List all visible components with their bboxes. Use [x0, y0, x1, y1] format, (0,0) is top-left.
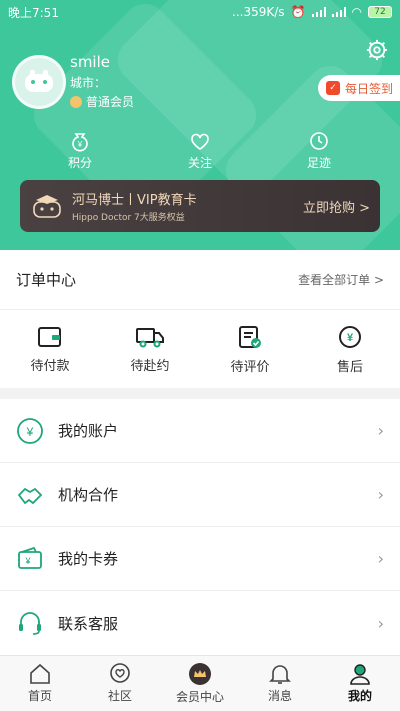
stat-label: 关注: [187, 156, 212, 170]
signal-icon-2: [331, 7, 346, 17]
refund-icon: ¥: [339, 325, 361, 348]
review-clipboard-icon: [239, 325, 261, 348]
yuan-circle-icon: ¥: [17, 417, 43, 444]
order-label: 售后: [336, 359, 363, 375]
tab-home[interactable]: 首页: [0, 656, 80, 711]
truck-icon: [136, 327, 164, 347]
home-icon: [30, 663, 50, 684]
coupon-wallet-icon: ¥: [18, 546, 42, 569]
vip-card-banner[interactable]: 河马博士丨VIP教育卡 Hippo Doctor 7大服务权益 立即抢购 >: [20, 180, 380, 232]
member-level-label: 普通会员: [86, 95, 135, 109]
tab-messages[interactable]: 消息: [240, 656, 320, 711]
crown-icon: [189, 663, 211, 685]
signal-icon: [311, 7, 326, 17]
tab-mine[interactable]: 我的: [320, 656, 400, 711]
bottom-tab-bar: 首页 社区 会员中心 消息 我的: [0, 655, 400, 711]
menu-label: 我的账户: [58, 422, 119, 440]
menu-label: 联系客服: [58, 614, 119, 633]
daily-checkin-button[interactable]: ✓ 每日签到: [318, 75, 400, 101]
stat-label: 足迹: [306, 156, 331, 170]
vip-title: 河马博士丨VIP教育卡: [72, 193, 197, 208]
history-clock-icon: [310, 132, 328, 150]
order-label: 待评价: [230, 359, 270, 375]
user-name: smile: [70, 53, 110, 71]
stat-label: 积分: [67, 156, 92, 170]
tab-label: 我的: [347, 689, 372, 703]
order-center-title: 订单中心: [16, 271, 77, 289]
member-icon: [70, 95, 82, 108]
svg-text:¥: ¥: [77, 140, 83, 149]
wallet-icon: [38, 326, 61, 347]
order-pending-appointment[interactable]: 待赴约: [100, 310, 200, 388]
tab-community[interactable]: 社区: [80, 656, 160, 711]
bell-icon: [269, 665, 291, 684]
vip-buy-button[interactable]: 立即抢购 >: [303, 197, 370, 216]
order-label: 待付款: [30, 358, 70, 374]
tab-label: 社区: [107, 689, 132, 703]
heart-icon: [191, 133, 209, 150]
headset-icon: [19, 612, 41, 635]
tab-label: 消息: [267, 689, 292, 703]
menu-institution-cooperation[interactable]: 机构合作 ›: [0, 463, 400, 527]
menu-my-account[interactable]: ¥ 我的账户 ›: [0, 399, 400, 463]
order-status-row: 待付款 待赴约 待评价 ¥ 售后: [0, 310, 400, 388]
user-icon: [350, 664, 370, 685]
tab-label: 首页: [27, 689, 52, 703]
stat-follow[interactable]: 关注: [160, 130, 240, 171]
alarm-icon: ⏰: [290, 5, 306, 19]
chevron-right-icon: ›: [377, 613, 384, 633]
checkin-icon: ✓: [326, 81, 340, 95]
hippo-icon: [25, 70, 53, 92]
chevron-right-icon: ›: [377, 421, 384, 440]
tab-label: 会员中心: [175, 690, 224, 704]
vip-subtitle: Hippo Doctor 7大服务权益: [72, 213, 185, 223]
stat-points[interactable]: ¥ 积分: [40, 130, 120, 171]
coin-bag-icon: ¥: [72, 133, 88, 152]
chevron-right-icon: ›: [377, 549, 384, 568]
battery-icon: 72: [368, 6, 392, 18]
gear-icon[interactable]: [366, 39, 388, 61]
status-bar: 晚上7:51 ...359K/s ⏰ ◠ 72: [0, 0, 400, 24]
chevron-right-icon: ›: [377, 485, 384, 504]
svg-text:¥: ¥: [26, 425, 34, 439]
view-all-orders-link[interactable]: 查看全部订单 >: [298, 271, 384, 288]
order-label: 待赴约: [130, 358, 170, 374]
svg-text:¥: ¥: [347, 332, 354, 344]
community-heart-icon: [110, 663, 130, 683]
network-speed: ...359K/s: [232, 5, 285, 19]
status-time: 晚上7:51: [8, 5, 59, 20]
avatar[interactable]: [12, 55, 66, 109]
order-pending-review[interactable]: 待评价: [200, 310, 300, 388]
checkin-label: 每日签到: [345, 81, 394, 96]
menu-label: 机构合作: [58, 486, 119, 504]
hippo-doctor-icon: [33, 195, 61, 218]
member-level: 普通会员: [70, 93, 134, 110]
tab-member-center[interactable]: 会员中心: [160, 656, 240, 711]
svg-text:¥: ¥: [24, 556, 31, 566]
menu-my-coupons[interactable]: ¥ 我的卡券 ›: [0, 527, 400, 591]
menu-customer-service[interactable]: 联系客服 ›: [0, 591, 400, 655]
handshake-icon: [17, 487, 43, 504]
order-after-sale[interactable]: ¥ 售后: [300, 310, 400, 388]
stat-footprint[interactable]: 足迹: [279, 130, 359, 171]
menu-label: 我的卡券: [58, 550, 119, 568]
wifi-icon: ◠: [351, 5, 362, 19]
order-center-header: 订单中心 查看全部订单 >: [0, 250, 400, 310]
user-city: 城市：: [70, 76, 107, 90]
order-pending-payment[interactable]: 待付款: [0, 310, 100, 388]
